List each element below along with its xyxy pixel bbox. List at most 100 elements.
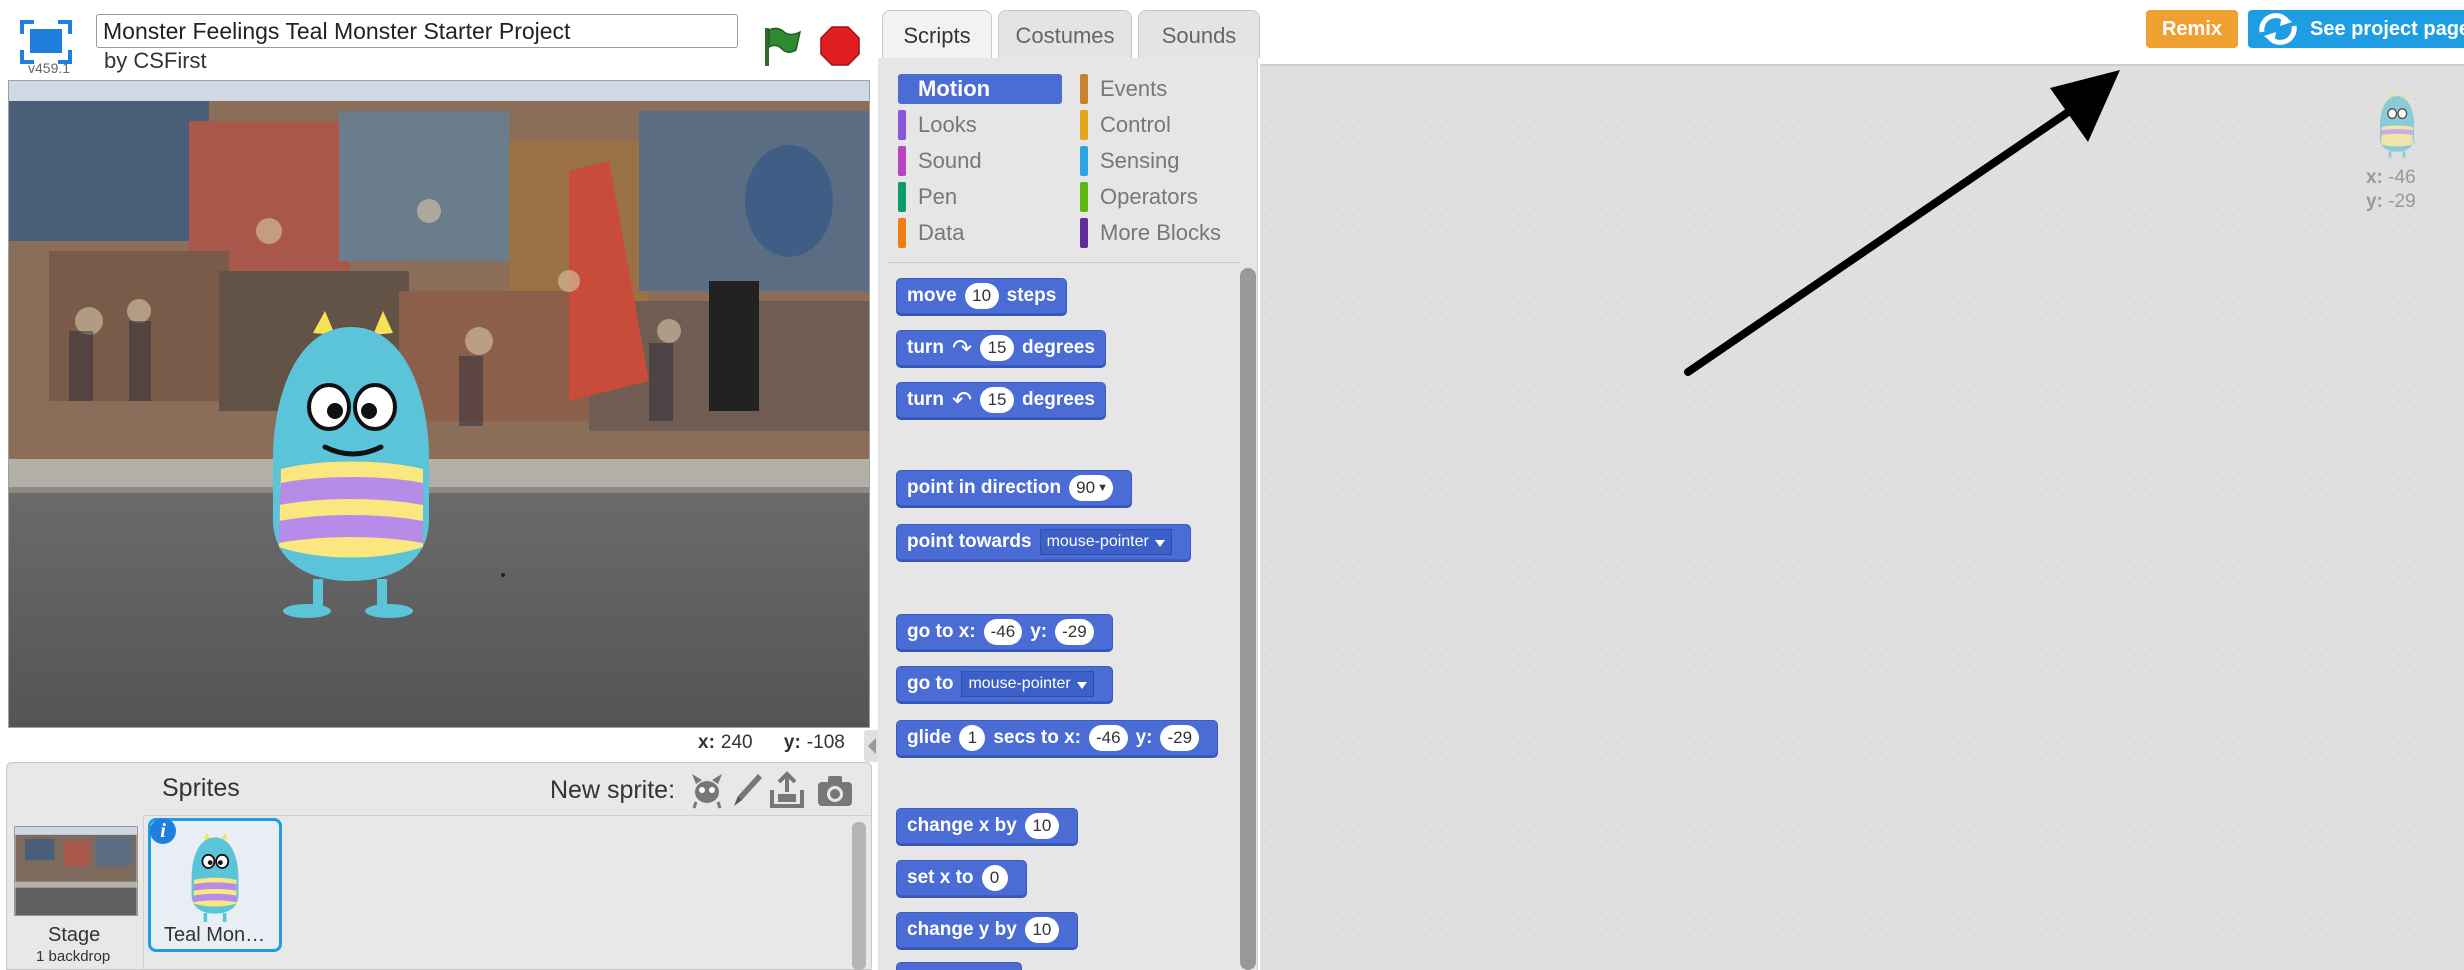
data-color-swatch [898, 218, 906, 248]
category-looks[interactable]: Looks [898, 110, 977, 140]
sprite-x-label: x: [2366, 167, 2383, 188]
operators-color-swatch [1080, 182, 1088, 212]
block-number-input[interactable]: -29 [1160, 725, 1200, 751]
mouse-x-label: x: [698, 732, 715, 753]
block-dropdown[interactable]: mouse-pointer [961, 671, 1094, 697]
block-turn-left[interactable]: turn ↶ 15 degrees [896, 382, 1106, 418]
block-partial[interactable] [896, 962, 1022, 970]
sprite-info-icon[interactable]: i [150, 818, 176, 844]
remix-button[interactable]: Remix [2146, 10, 2238, 48]
category-events-label: Events [1100, 76, 1168, 101]
block-text: secs to x: [993, 727, 1081, 748]
block-text: degrees [1022, 337, 1095, 358]
tab-costumes[interactable]: Costumes [998, 10, 1132, 58]
current-sprite-thumbnail [2379, 92, 2415, 158]
category-operators-label: Operators [1100, 184, 1198, 209]
stage[interactable] [8, 80, 870, 728]
block-change-x[interactable]: change x by 10 [896, 808, 1078, 844]
category-more-blocks[interactable]: More Blocks [1080, 218, 1221, 248]
block-text: change y by [907, 919, 1017, 940]
block-glide[interactable]: glide 1 secs to x: -46 y: -29 [896, 720, 1219, 756]
tab-sounds[interactable]: Sounds [1138, 10, 1260, 58]
block-turn-right[interactable]: turn ↷ 15 degrees [896, 330, 1106, 366]
sensing-color-swatch [1080, 146, 1088, 176]
block-number-input[interactable]: 15 [980, 335, 1015, 361]
green-flag-icon[interactable] [762, 24, 802, 68]
category-sensing[interactable]: Sensing [1080, 146, 1180, 176]
block-go-to-xy[interactable]: go to x: -46 y: -29 [896, 614, 1113, 650]
category-control[interactable]: Control [1080, 110, 1171, 140]
block-point-towards[interactable]: point towards mouse-pointer [896, 524, 1191, 560]
teal-monster-sprite[interactable] [251, 299, 451, 619]
sprite-pane-scrollbar[interactable] [852, 822, 866, 970]
stop-sign-icon[interactable] [820, 26, 860, 66]
direction-value: 90 [1076, 478, 1096, 497]
block-text: steps [1006, 285, 1057, 306]
choose-sprite-from-library-icon[interactable] [688, 770, 726, 810]
block-direction-dropdown[interactable]: 90 ▼ [1069, 475, 1114, 501]
block-number-input[interactable]: -46 [1089, 725, 1128, 751]
category-motion[interactable]: Motion [898, 74, 1062, 104]
block-text: go to [907, 673, 954, 694]
block-number-input[interactable]: 10 [964, 283, 999, 309]
block-number-input[interactable]: 10 [1024, 917, 1059, 943]
block-number-input[interactable]: 0 [981, 865, 1008, 891]
paint-new-sprite-icon[interactable] [728, 770, 766, 810]
sprite-y-label: y: [2366, 191, 2383, 212]
sprite-y-value: -29 [2388, 191, 2416, 212]
category-more-blocks-label: More Blocks [1100, 220, 1222, 245]
looks-color-swatch [898, 110, 906, 140]
mouse-y-value: -108 [806, 732, 845, 753]
project-title-input[interactable] [96, 14, 738, 48]
turn-counterclockwise-icon: ↶ [951, 386, 973, 414]
more-blocks-color-swatch [1080, 218, 1088, 248]
pen-color-swatch [898, 182, 906, 212]
block-number-input[interactable]: 10 [1024, 813, 1059, 839]
block-change-y[interactable]: change y by 10 [896, 912, 1078, 948]
block-number-input[interactable]: 15 [980, 387, 1015, 413]
stage-mouse-coordinates: x: 240 y: -108 [698, 732, 845, 754]
tab-scripts[interactable]: Scripts [882, 10, 992, 60]
teal-monster-thumbnail [191, 832, 239, 922]
block-text: change x by [907, 815, 1017, 836]
block-text: y: [1030, 621, 1048, 642]
block-text: degrees [1022, 389, 1095, 410]
block-text: move [907, 285, 957, 306]
dropdown-arrow-icon: ▼ [1097, 482, 1109, 494]
events-color-swatch [1080, 74, 1088, 104]
block-go-to[interactable]: go to mouse-pointer [896, 666, 1113, 702]
stage-label: Stage [48, 924, 101, 946]
block-text: point in direction [907, 477, 1062, 498]
block-dropdown[interactable]: mouse-pointer [1039, 529, 1172, 555]
upload-sprite-icon[interactable] [768, 770, 806, 810]
block-point-in-direction[interactable]: point in direction 90 ▼ [896, 470, 1133, 506]
block-set-x[interactable]: set x to 0 [896, 860, 1027, 896]
block-text: glide [907, 727, 952, 748]
see-project-page-icon [2259, 13, 2297, 45]
category-sound[interactable]: Sound [898, 146, 982, 176]
camera-icon[interactable] [816, 770, 854, 810]
block-number-input[interactable]: 1 [959, 725, 986, 751]
block-number-input[interactable]: -29 [1055, 619, 1094, 645]
category-sound-label: Sound [918, 148, 982, 173]
sprite-position-readout: x: -46 y: -29 [2366, 166, 2416, 214]
block-number-input[interactable]: -46 [983, 619, 1023, 645]
block-text: turn [907, 389, 944, 410]
category-control-label: Control [1100, 112, 1171, 137]
category-data[interactable]: Data [898, 218, 964, 248]
category-operators[interactable]: Operators [1080, 182, 1198, 212]
control-color-swatch [1080, 110, 1088, 140]
category-events[interactable]: Events [1080, 74, 1167, 104]
category-sensing-label: Sensing [1100, 148, 1180, 173]
category-pen[interactable]: Pen [898, 182, 957, 212]
stage-thumbnail[interactable] [14, 826, 138, 916]
block-text: set x to [907, 867, 974, 888]
new-sprite-label: New sprite: [550, 776, 676, 804]
block-text: point towards [907, 531, 1032, 552]
palette-scrollbar[interactable] [1240, 268, 1256, 970]
pointer-arrow-annotation [1684, 70, 2120, 376]
fullscreen-toggle-icon[interactable] [20, 20, 72, 64]
version-label: v459.1 [28, 60, 71, 76]
category-motion-label: Motion [918, 76, 991, 101]
block-move-steps[interactable]: move 10 steps [896, 278, 1068, 314]
